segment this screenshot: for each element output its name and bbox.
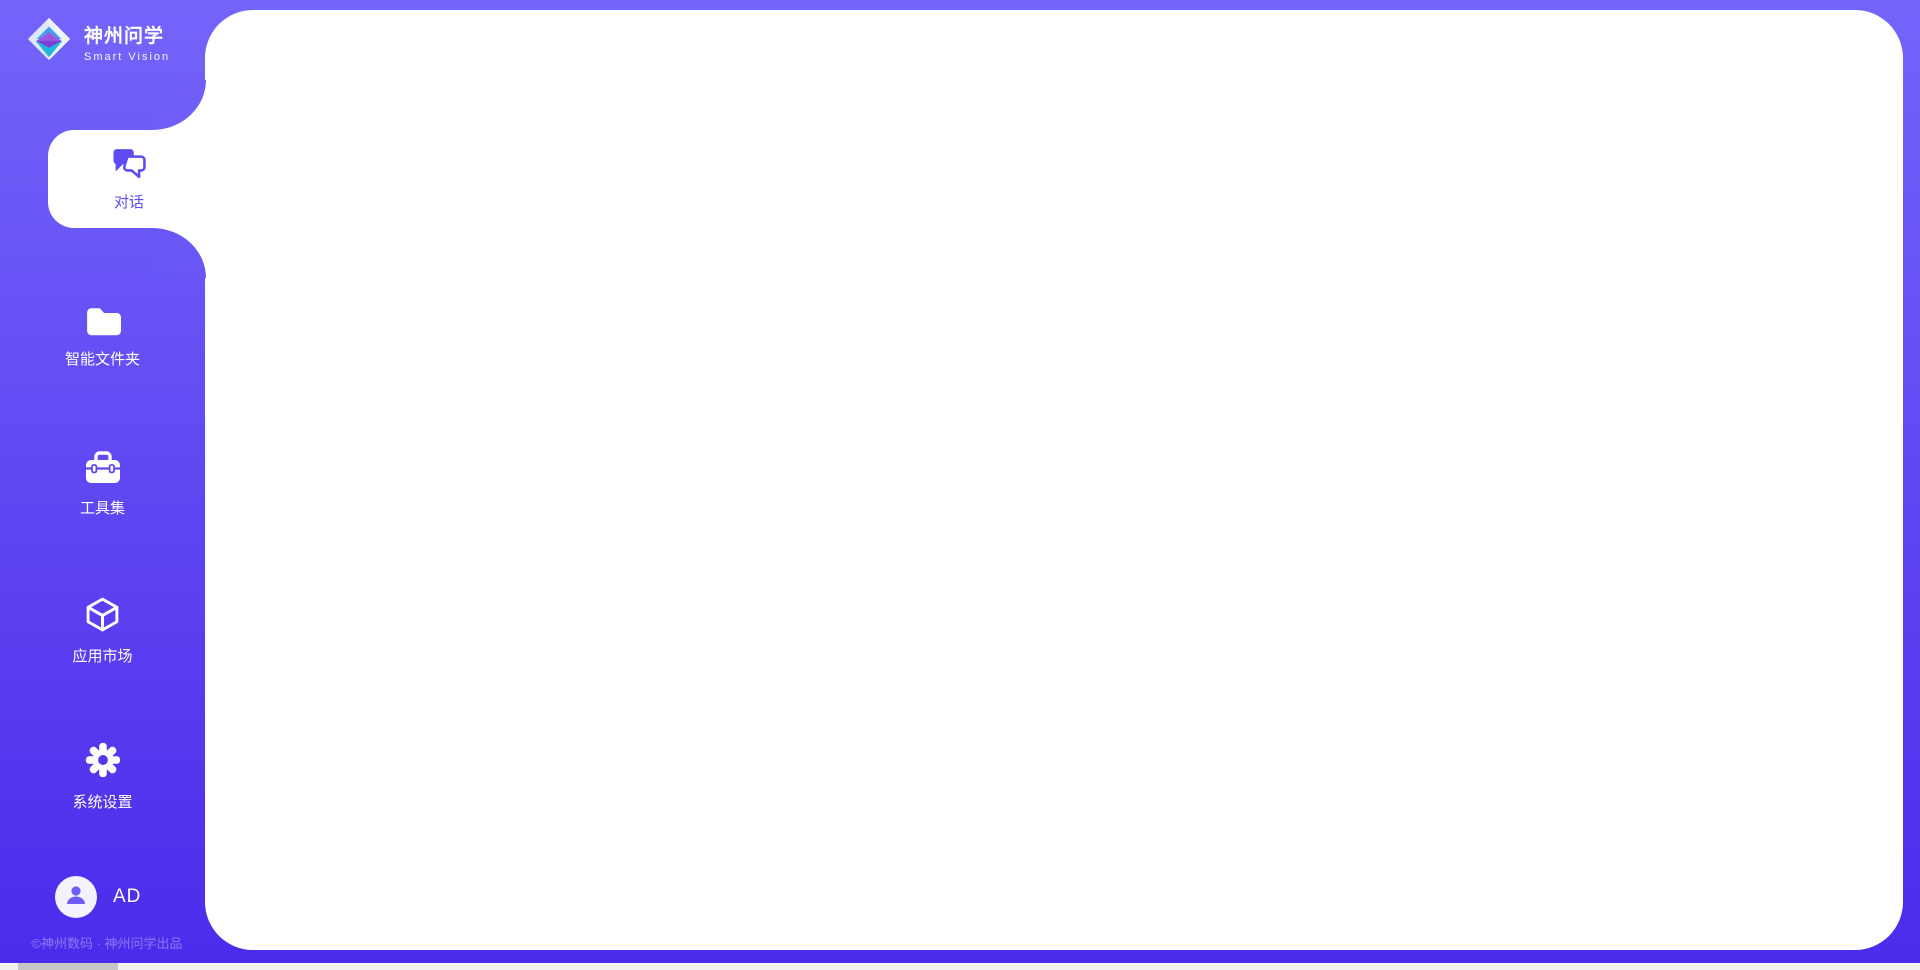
sidebar-item-label: 应用市场: [72, 645, 132, 666]
cube-icon: [84, 596, 121, 637]
briefcase-icon: [84, 451, 122, 489]
user-profile[interactable]: AD: [55, 876, 141, 918]
diamond-logo-icon: [26, 16, 72, 67]
app-root: 神州问学 Smart Vision 对话: [0, 0, 1920, 970]
sidebar-item-chat[interactable]: 对话: [48, 130, 210, 228]
sidebar-item-label: 工具集: [80, 497, 125, 518]
chat-bubbles-icon: [111, 147, 148, 184]
person-avatar-icon: [63, 882, 89, 913]
sidebar-item-tools[interactable]: 工具集: [0, 451, 205, 518]
avatar: [55, 876, 97, 918]
copyright-text: ©神州数码 · 神州问学出品: [12, 933, 202, 952]
brand-subtitle: Smart Vision: [84, 51, 170, 63]
scrollbar-thumb[interactable]: [18, 963, 118, 970]
sidebar-item-apps[interactable]: 应用市场: [0, 596, 205, 666]
sidebar-item-label: 对话: [114, 191, 144, 212]
sidebar-item-label: 系统设置: [72, 791, 132, 812]
main-content-panel: [205, 10, 1903, 950]
horizontal-scrollbar[interactable]: [0, 963, 1920, 970]
sidebar-item-settings[interactable]: 系统设置: [0, 741, 205, 812]
sidebar-item-label: 智能文件夹: [65, 348, 140, 369]
sidebar: 神州问学 Smart Vision 对话: [0, 0, 205, 970]
sidebar-item-folders[interactable]: 智能文件夹: [0, 306, 205, 369]
user-name: AD: [113, 886, 141, 908]
gear-icon: [84, 741, 122, 783]
brand-title: 神州问学: [84, 21, 170, 48]
folder-icon: [85, 306, 121, 340]
brand-logo: 神州问学 Smart Vision: [26, 16, 170, 67]
